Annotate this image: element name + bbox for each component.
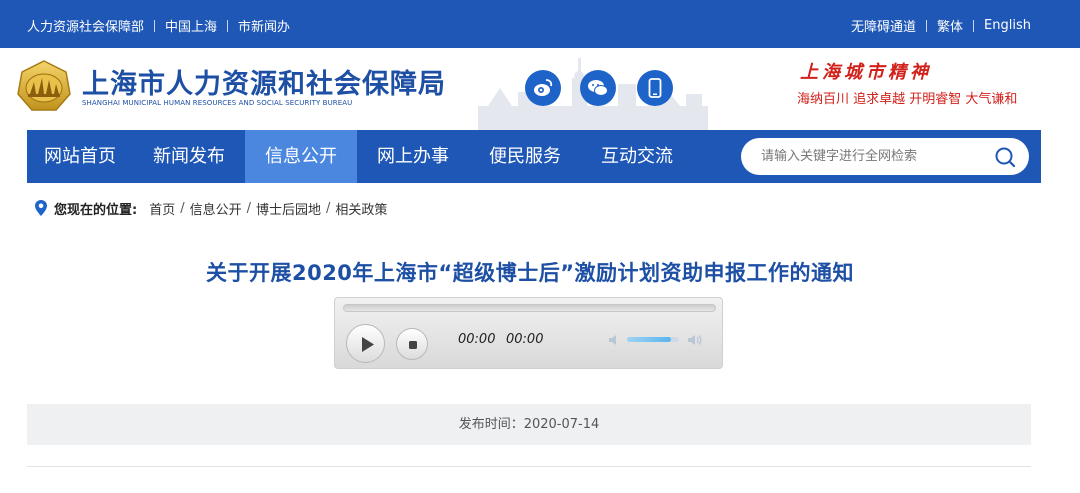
content-divider — [27, 466, 1031, 467]
link-english[interactable]: English — [984, 18, 1031, 33]
site-header: 上海市人力资源和社会保障局 SHANGHAI MUNICIPAL HUMAN R… — [0, 48, 1080, 130]
current-time: 00:00 — [458, 332, 496, 347]
wechat-icon — [588, 80, 608, 96]
stop-icon — [409, 341, 417, 349]
breadcrumb-postdoc[interactable]: 博士后园地 — [256, 199, 321, 218]
breadcrumb-home[interactable]: 首页 — [149, 199, 175, 218]
location-pin-icon — [35, 200, 47, 216]
link-news-office[interactable]: 市新闻办 — [238, 16, 290, 35]
link-accessibility[interactable]: 无障碍通道 — [851, 16, 916, 35]
article-title: 关于开展2020年上海市“超级博士后”激励计划资助申报工作的通知 — [205, 261, 855, 285]
wechat-button[interactable] — [580, 70, 616, 106]
play-button[interactable] — [346, 324, 385, 363]
top-links-left: 人力资源社会保障部 中国上海 市新闻办 — [27, 16, 290, 35]
play-icon — [362, 337, 374, 352]
mute-icon[interactable] — [607, 332, 623, 348]
breadcrumb-policy[interactable]: 相关政策 — [335, 199, 387, 218]
weibo-button[interactable] — [525, 70, 561, 106]
org-name-en: SHANGHAI MUNICIPAL HUMAN RESOURCES AND S… — [82, 99, 353, 107]
divider — [926, 19, 928, 32]
duration-time: 00:00 — [506, 332, 544, 347]
divider — [973, 19, 975, 32]
city-spirit-text: 海纳百川 追求卓越 开明睿智 大气谦和 — [797, 92, 1018, 107]
breadcrumb-info-disclosure[interactable]: 信息公开 — [190, 199, 242, 218]
audio-player: 00:00 00:00 — [334, 297, 723, 369]
top-bar: 人力资源社会保障部 中国上海 市新闻办 无障碍通道 繁体 English — [0, 0, 1080, 48]
stop-button[interactable] — [396, 328, 428, 360]
breadcrumb: 您现在的位置: 首页 / 信息公开 / 博士后园地 / 相关政策 — [34, 198, 387, 218]
volume-level — [627, 337, 672, 342]
mobile-icon — [648, 78, 662, 98]
volume-max-icon[interactable] — [687, 332, 703, 348]
nav-item-home[interactable]: 网站首页 — [27, 130, 133, 183]
divider — [227, 19, 229, 32]
search-input[interactable] — [761, 138, 981, 175]
breadcrumb-separator: / — [246, 200, 252, 216]
audio-progress-bar[interactable] — [343, 304, 716, 312]
nav-item-online-services[interactable]: 网上办事 — [357, 130, 469, 183]
nav-item-info-disclosure[interactable]: 信息公开 — [245, 130, 357, 183]
search-box — [741, 138, 1029, 175]
nav-item-interaction[interactable]: 互动交流 — [581, 130, 693, 183]
org-name-cn: 上海市人力资源和社会保障局 — [82, 69, 446, 100]
link-traditional-chinese[interactable]: 繁体 — [937, 16, 963, 35]
link-mohrss[interactable]: 人力资源社会保障部 — [27, 16, 144, 35]
top-links-right: 无障碍通道 繁体 English — [851, 16, 1031, 35]
breadcrumb-separator: / — [180, 200, 185, 216]
nav-item-public-services[interactable]: 便民服务 — [469, 130, 581, 183]
nav-item-news[interactable]: 新闻发布 — [133, 130, 245, 183]
breadcrumb-label: 您现在的位置: — [54, 202, 138, 218]
volume-slider[interactable] — [627, 337, 679, 342]
bureau-emblem-icon[interactable] — [16, 58, 72, 114]
link-china-shanghai[interactable]: 中国上海 — [165, 16, 217, 35]
city-spirit-title: 上海城市精神 — [800, 62, 932, 83]
weibo-icon — [534, 79, 553, 96]
main-nav: 网站首页 新闻发布 信息公开 网上办事 便民服务 互动交流 — [27, 130, 1041, 183]
publish-date: 发布时间：2020-07-14 — [27, 404, 1031, 445]
mobile-button[interactable] — [637, 70, 673, 106]
divider — [154, 19, 156, 32]
search-icon[interactable] — [993, 145, 1017, 169]
breadcrumb-separator: / — [326, 200, 331, 216]
